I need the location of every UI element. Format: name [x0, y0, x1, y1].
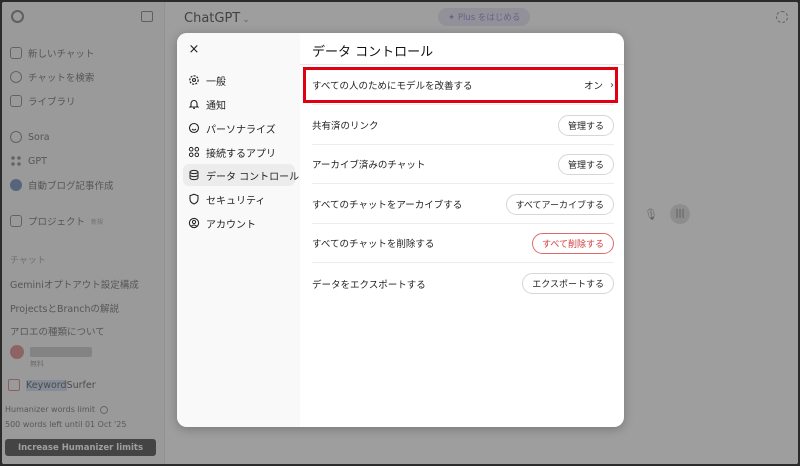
export-data-row: データをエクスポートする エクスポートする [312, 264, 614, 303]
database-icon [188, 169, 200, 181]
archived-chats-row: アーカイブ済みのチャット 管理する [312, 145, 614, 184]
delete-all-row: すべてのチャットを削除する すべて削除する [312, 224, 614, 263]
nav-label: セキュリティ [206, 195, 266, 207]
shared-links-row: 共有済のリンク 管理する [312, 106, 614, 145]
nav-label: パーソナライズ [206, 124, 276, 136]
settings-nav-account[interactable]: アカウント [183, 212, 295, 234]
settings-nav-security[interactable]: セキュリティ [183, 188, 295, 210]
settings-nav-notifications[interactable]: 通知 [183, 93, 295, 115]
archive-all-button[interactable]: すべてアーカイブする [505, 193, 614, 215]
nav-label: 接続するアプリ [206, 148, 276, 160]
personalize-icon [188, 122, 200, 134]
row-label: すべてのチャットをアーカイブする [312, 200, 463, 211]
manage-archived-chats-button[interactable]: 管理する [557, 153, 614, 175]
page-title: データ コントロール [312, 45, 434, 60]
apps-icon [188, 146, 200, 158]
export-data-button[interactable]: エクスポートする [522, 273, 614, 294]
manage-shared-links-button[interactable]: 管理する [557, 114, 614, 136]
row-label: アーカイブ済みのチャット [312, 160, 426, 171]
archive-all-row: すべてのチャットをアーカイブする すべてアーカイブする [312, 185, 614, 224]
nav-label: 一般 [206, 76, 226, 88]
annotation-highlight-box [303, 67, 618, 103]
shield-icon [188, 193, 200, 205]
row-label: 共有済のリンク [312, 121, 379, 132]
divider [300, 64, 624, 65]
row-label: すべてのチャットを削除する [312, 239, 435, 250]
gear-icon [188, 74, 200, 86]
row-label: データをエクスポートする [312, 279, 426, 291]
nav-label: データ コントロール [206, 171, 300, 183]
bell-icon [188, 98, 200, 110]
settings-nav-data-controls[interactable]: データ コントロール [183, 164, 299, 186]
settings-nav-general[interactable]: 一般 [183, 69, 295, 91]
settings-nav-personalize[interactable]: パーソナライズ [183, 117, 295, 139]
close-icon[interactable]: × [187, 43, 201, 57]
nav-label: アカウント [206, 219, 256, 231]
account-icon [188, 217, 200, 229]
delete-all-button[interactable]: すべて削除する [531, 232, 614, 254]
settings-nav: × 一般 通知 パーソナライズ 接続するアプリ データ コントロール セキュリテ… [177, 33, 300, 427]
nav-label: 通知 [206, 100, 226, 112]
settings-nav-connected-apps[interactable]: 接続するアプリ [183, 141, 295, 163]
